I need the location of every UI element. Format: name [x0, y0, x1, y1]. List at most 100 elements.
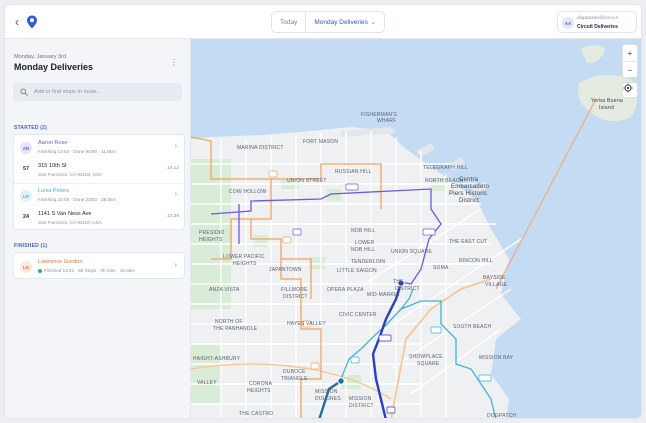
- driver-row[interactable]: LP Luisa Peters Finishing 15:05 · Done 2…: [14, 184, 186, 207]
- chevron-right-icon: ›: [174, 143, 177, 150]
- next-stop-row[interactable]: 24 1141 S Van Ness Ave San Francisco, CA…: [14, 207, 186, 230]
- crosshair-icon: [623, 83, 633, 93]
- map-label: District: [459, 198, 479, 204]
- map-label: LOWER PACIFIC: [223, 254, 265, 260]
- park: [253, 235, 267, 247]
- route-sidebar: Monday, January 3rd Monday Deliveries ⋮ …: [5, 39, 191, 418]
- map-label: THE: [393, 279, 404, 285]
- stop-number: 57: [23, 166, 29, 172]
- stop-address: 315 10th St: [38, 163, 67, 169]
- map-label: UNION SQUARE: [391, 249, 433, 255]
- map-label: VALLEY: [197, 380, 217, 386]
- tab-today[interactable]: Today: [272, 12, 305, 32]
- map-label: MID-MARKET: [367, 292, 401, 298]
- search-icon: [20, 88, 28, 96]
- route-dropdown-label: Monday Deliveries: [314, 18, 368, 26]
- stop-number: 24: [23, 214, 29, 220]
- map-label: OPERA PLAZA: [327, 287, 364, 293]
- stop-eta: 14:12: [166, 166, 179, 171]
- driver-status: Finishing 15:05 · Done 23/63 · 28.5km: [38, 197, 117, 202]
- app-window: ‹ Today Monday Deliveries ⌄ AA dispatche…: [4, 4, 642, 419]
- search-input[interactable]: [34, 89, 174, 95]
- map-label: LITTLE SAIGON: [337, 268, 377, 274]
- map-label: ANZA VISTA: [209, 287, 240, 293]
- chevron-right-icon: ›: [174, 191, 177, 198]
- account-menu[interactable]: AA dispatcher@circu.it Circuit Deliverie…: [557, 11, 637, 33]
- driver-marker[interactable]: [337, 377, 345, 385]
- map-label: MISSION: [349, 396, 372, 402]
- map-label: HEIGHTS: [247, 388, 271, 394]
- map-label: UNION STREET: [287, 178, 327, 184]
- zoom-controls: + −: [622, 44, 638, 78]
- map-label: Yerba Buena: [591, 98, 624, 104]
- chevron-right-icon: ›: [174, 262, 177, 269]
- started-section-label: STARTED (2): [14, 125, 47, 131]
- avatar: AA: [562, 17, 574, 29]
- avatar: AR: [20, 142, 32, 154]
- stop-city: San Francisco, CA 94110, USA: [38, 220, 102, 225]
- map-label: FILLMORE: [281, 287, 308, 293]
- map-label: DOLORES: [315, 396, 341, 402]
- map-label: Centra: [459, 177, 479, 183]
- stop-eta: 14:35: [166, 214, 179, 219]
- map-label: MISSION BAY: [479, 355, 514, 361]
- map-label: THE CASTRO: [239, 411, 274, 417]
- map-label: VILLAGE: [485, 282, 508, 288]
- map-label: TENDERLOIN: [351, 259, 386, 265]
- map-label: MARINA DISTRICT: [237, 145, 284, 151]
- driver-name: Lawrence Gordon: [38, 259, 83, 265]
- stop-search: [13, 83, 182, 101]
- driver-name: Luisa Peters: [38, 188, 70, 194]
- finished-drivers-card: LG Lawrence Gordon Finished 14:21 · 60 S…: [13, 252, 185, 279]
- map-label: WHARF: [377, 118, 397, 124]
- map-label: RUSSIAN HILL: [335, 169, 372, 175]
- user-organization: Circuit Deliveries: [577, 24, 618, 30]
- driver-status: Finished 14:21 · 60 Stops · 3h 24m · 16.…: [38, 268, 135, 273]
- stop-city: San Francisco, CA 94103, USA: [38, 172, 103, 177]
- map-label: THE EAST CUT: [449, 239, 488, 245]
- map-label: NORTH OF: [215, 319, 243, 325]
- map-label: TRIANGLE: [281, 376, 308, 382]
- chevron-down-icon: ⌄: [370, 19, 376, 26]
- map-label: JAPANTOWN: [269, 267, 302, 273]
- map-label: Piers Historic: [449, 191, 488, 197]
- map-label: DOGPATCH: [487, 413, 517, 419]
- driver-row[interactable]: AR Aaron Rose Finishing 14:54 · Done 94/…: [14, 136, 186, 159]
- map-label: COW HOLLOW: [229, 189, 267, 195]
- map-label: CORONA: [249, 381, 273, 387]
- zoom-out-button[interactable]: −: [623, 62, 637, 78]
- stop-address: 1141 S Van Ness Ave: [38, 211, 92, 217]
- driver-status-text: Finished 14:21 · 60 Stops · 3h 24m · 16.…: [44, 268, 135, 273]
- locate-button[interactable]: [622, 82, 638, 98]
- user-email: dispatcher@circu.it: [577, 16, 618, 21]
- avatar: LP: [20, 190, 32, 202]
- driver-row[interactable]: LG Lawrence Gordon Finished 14:21 · 60 S…: [14, 255, 186, 278]
- route-map[interactable]: FISHERMAN'S WHARF FORT MASON MARINA DIST…: [191, 39, 641, 419]
- top-bar: ‹ Today Monday Deliveries ⌄ AA dispatche…: [5, 5, 641, 39]
- map-label: BAYSIDE: [483, 275, 506, 281]
- map-label: DISTRICT: [349, 403, 374, 409]
- map-label: NOB HILL: [351, 228, 376, 234]
- finished-status-dot: [38, 268, 42, 273]
- map-label: SHOWPLACE: [409, 354, 443, 360]
- map-label: NOB HILL: [351, 247, 376, 253]
- tab-route-dropdown[interactable]: Monday Deliveries ⌄: [305, 12, 384, 32]
- park: [191, 344, 221, 404]
- finished-section-label: FINISHED (1): [14, 243, 48, 249]
- map-label: FORT MASON: [303, 139, 339, 145]
- next-stop-row[interactable]: 57 315 10th St San Francisco, CA 94103, …: [14, 159, 186, 182]
- map-label: TELEGRAPH HILL: [423, 165, 469, 171]
- map-label: RINCON HILL: [459, 258, 493, 264]
- started-drivers-card: AR Aaron Rose Finishing 14:54 · Done 94/…: [13, 134, 186, 230]
- map-label: THE PANHANDLE: [213, 326, 258, 332]
- map-label: CIVIC CENTER: [339, 312, 377, 318]
- map-label: PRESIDIO: [199, 230, 225, 236]
- more-options-icon[interactable]: ⋮: [170, 58, 178, 67]
- map-label: SOMA: [433, 265, 449, 271]
- map-label: HEIGHTS: [199, 237, 223, 243]
- map-label: SOUTH BEACH: [453, 324, 492, 330]
- map-label: HAYES VALLEY: [287, 321, 326, 327]
- map-label: Embarcadero: [451, 184, 490, 190]
- zoom-in-button[interactable]: +: [623, 45, 637, 61]
- circuit-logo-icon: [27, 15, 37, 29]
